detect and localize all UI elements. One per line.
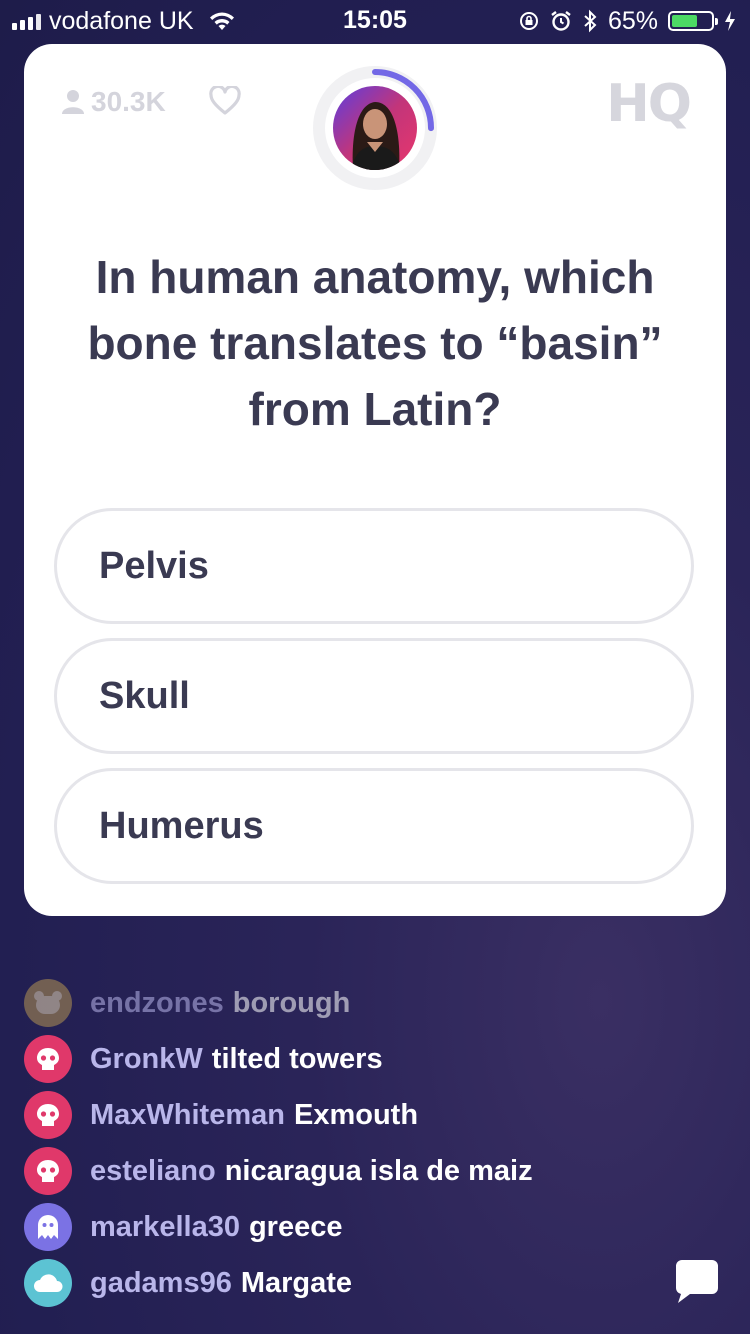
answer-label: Humerus <box>99 804 264 847</box>
chat-message: esteliano nicaragua isla de maiz <box>24 1143 644 1199</box>
chat-username[interactable]: GronkW <box>90 1043 203 1075</box>
skull-avatar-icon <box>24 1091 72 1139</box>
chat-message-text: tilted towers <box>211 1042 383 1075</box>
chat-message: gadams96 Margate <box>24 1255 644 1311</box>
rotation-lock-icon <box>519 12 538 30</box>
chat-message-text: Margate <box>240 1266 353 1299</box>
battery-percent: 65% <box>607 6 658 35</box>
question-card: 30.3K HQ In human anatomy, which bone tr… <box>24 44 726 916</box>
host-avatar <box>333 86 417 170</box>
bluetooth-icon <box>584 9 597 33</box>
chat-feed: endzones borough GronkW tilted towers MaxW… <box>24 975 644 1311</box>
viewer-count-value: 30.3K <box>91 86 166 117</box>
answer-option-3[interactable]: Humerus <box>54 768 694 884</box>
person-icon <box>62 90 84 114</box>
alarm-icon <box>551 11 571 31</box>
bear-avatar-icon <box>24 979 72 1027</box>
battery-level <box>672 15 697 27</box>
viewer-count: 30.3K <box>61 86 166 118</box>
answer-option-2[interactable]: Skull <box>54 638 694 754</box>
battery-icon <box>668 11 718 31</box>
answer-option-1[interactable]: Pelvis <box>54 508 694 624</box>
chat-bubble-icon[interactable] <box>674 1258 720 1304</box>
chat-message: MaxWhiteman Exmouth <box>24 1087 644 1143</box>
status-bar: vodafone UK 15:05 65% <box>0 0 750 40</box>
chat-message: endzones borough <box>24 975 644 1031</box>
skull-avatar-icon <box>24 1147 72 1195</box>
question-text: In human anatomy, which bone translates … <box>87 251 663 435</box>
skull-avatar-icon <box>24 1035 72 1083</box>
chat-message-text: borough <box>232 986 351 1019</box>
chat-message: GronkW tilted towers <box>24 1031 644 1087</box>
answer-label: Pelvis <box>99 544 209 587</box>
chat-username[interactable]: esteliano <box>90 1155 216 1187</box>
chat-message: markella30 greece <box>24 1199 644 1255</box>
chat-message-text: greece <box>248 1210 343 1243</box>
cloud-avatar-icon <box>24 1259 72 1307</box>
chat-username[interactable]: gadams96 <box>90 1267 232 1299</box>
chat-message-text: Exmouth <box>293 1098 419 1131</box>
chat-username[interactable]: markella30 <box>90 1211 240 1243</box>
ghost-avatar-icon <box>24 1203 72 1251</box>
answer-label: Skull <box>99 674 190 717</box>
hq-logo: HQ <box>606 74 692 134</box>
chat-message-text: nicaragua isla de maiz <box>224 1154 533 1187</box>
charging-icon <box>725 11 735 31</box>
heart-icon[interactable] <box>209 86 241 116</box>
chat-username[interactable]: endzones <box>90 987 224 1019</box>
chat-username[interactable]: MaxWhiteman <box>90 1099 285 1131</box>
